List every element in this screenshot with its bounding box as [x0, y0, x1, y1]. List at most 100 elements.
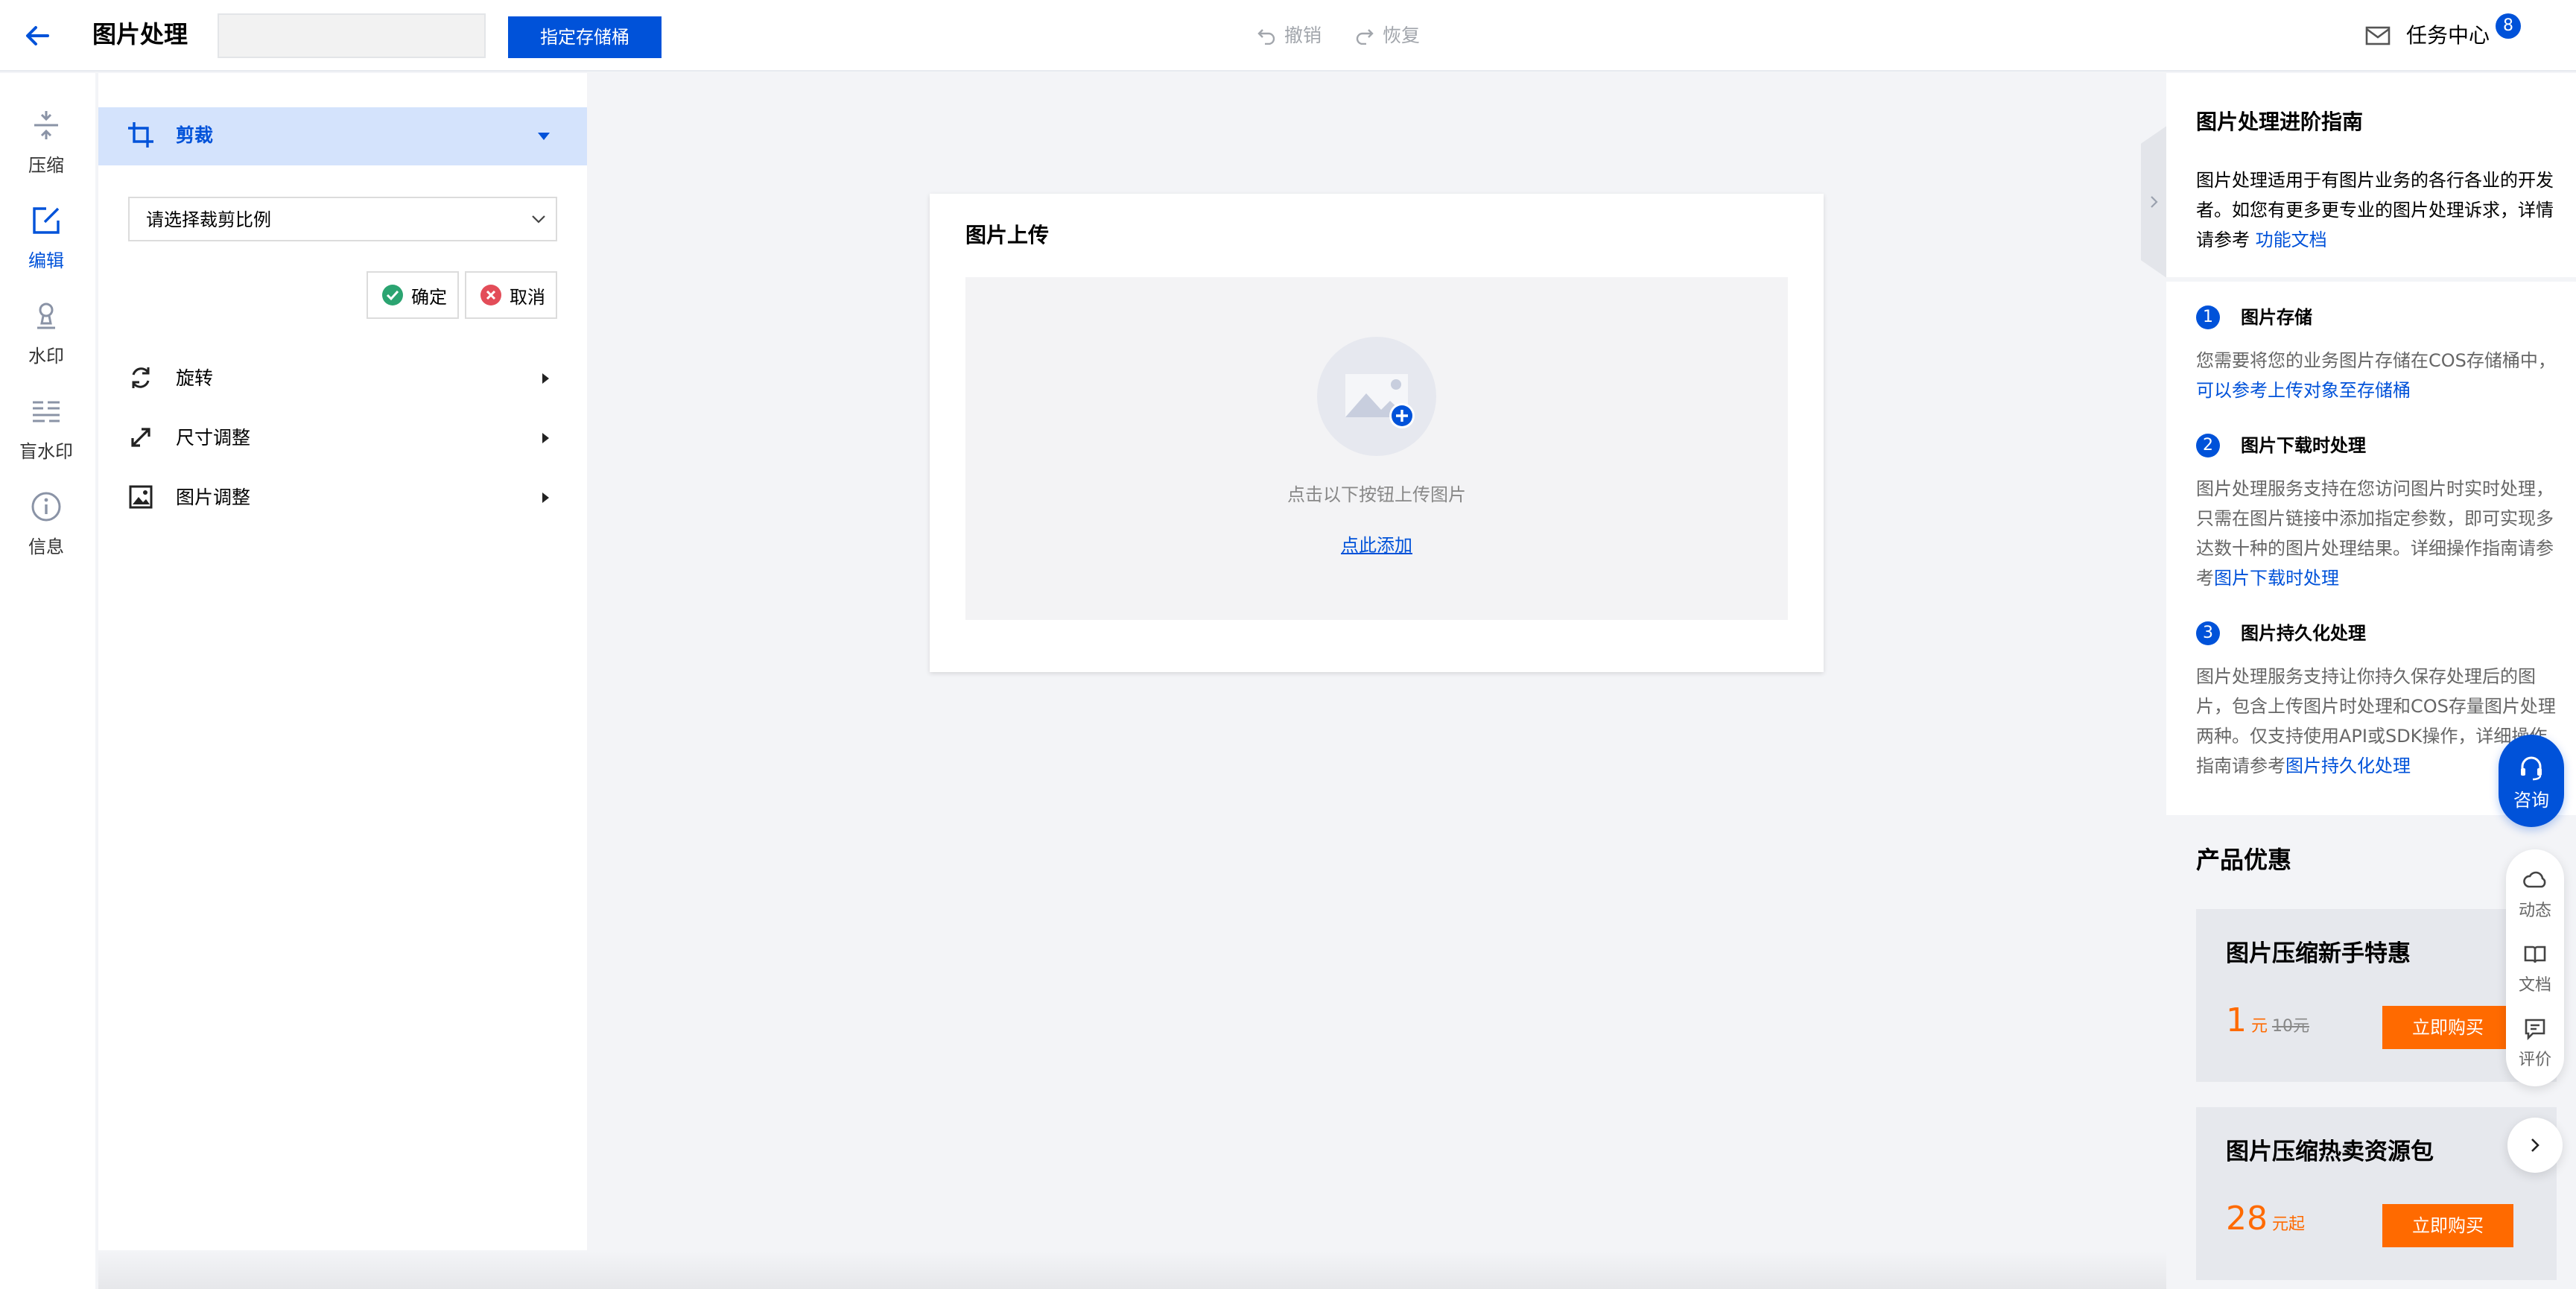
image-adjust-icon	[128, 484, 153, 510]
sidebar-item-label: 水印	[28, 346, 64, 367]
undo-label: 撤销	[1284, 25, 1322, 46]
step-number: 2	[2196, 434, 2220, 457]
sidebar-item-edit[interactable]: 编辑	[0, 204, 92, 286]
redo-button[interactable]: 恢复	[1354, 21, 1420, 48]
undo-button[interactable]: 撤销	[1256, 21, 1322, 48]
watermark-icon	[30, 300, 63, 332]
add-image-link[interactable]: 点此添加	[965, 531, 1788, 557]
promo-price: 1 元 10元	[2226, 1000, 2309, 1042]
edit-icon	[30, 204, 63, 237]
crop-section-header[interactable]: 剪裁	[98, 107, 587, 165]
guide-steps: 1 图片存储 您需要将您的业务图片存储在COS存储桶中， 可以参考上传对象至存储桶…	[2166, 282, 2576, 815]
section-image-adjust[interactable]: 图片调整	[98, 474, 587, 522]
tool-sidebar: 压缩 编辑 水印 盲水印 信息	[0, 73, 95, 1289]
sidebar-item-label: 压缩	[28, 155, 64, 176]
step-link[interactable]: 图片下载时处理	[2214, 568, 2339, 589]
upload-title: 图片上传	[965, 223, 1050, 247]
crop-icon	[127, 121, 156, 151]
close-circle-icon	[480, 285, 501, 305]
price-value: 28	[2226, 1200, 2268, 1238]
price-value: 1	[2226, 1001, 2247, 1039]
news-button[interactable]: 动态	[2506, 861, 2564, 928]
edit-panel: 剪裁 请选择裁剪比例 确定 取消 旋转 尺寸调整 图片调整	[98, 73, 587, 1250]
docs-button[interactable]: 文档	[2506, 936, 2564, 1003]
sidebar-item-label: 信息	[28, 536, 64, 557]
crop-ratio-select[interactable]: 请选择裁剪比例	[128, 197, 557, 241]
bottom-scroll-area	[98, 1252, 2166, 1289]
promo-price: 28 元起	[2226, 1198, 2305, 1240]
step-body: 您需要将您的业务图片存储在COS存储桶中，	[2196, 350, 2556, 371]
guide-intro-body: 图片处理适用于有图片业务的各行各业的开发者。如您有更多更专业的图片处理诉求，详情…	[2196, 170, 2554, 250]
buy-now-button[interactable]: 立即购买	[2382, 1006, 2513, 1049]
task-center-button[interactable]: 任务中心	[2364, 19, 2490, 52]
consult-button[interactable]: 咨询	[2499, 735, 2564, 827]
redo-label: 恢复	[1383, 25, 1421, 46]
section-rotate[interactable]: 旋转	[98, 355, 587, 402]
upload-hint: 点击以下按钮上传图片	[1287, 484, 1466, 505]
undo-icon	[1257, 29, 1275, 45]
chevron-right-icon	[2151, 196, 2158, 208]
collapse-guide-button[interactable]	[2141, 125, 2168, 279]
headset-icon	[2521, 756, 2542, 781]
feature-docs-link[interactable]: 功能文档	[2256, 229, 2327, 250]
step-link[interactable]: 可以参考上传对象至存储桶	[2196, 380, 2411, 401]
page-title: 图片处理	[92, 20, 188, 48]
compress-icon	[30, 109, 63, 142]
bucket-input[interactable]	[218, 13, 486, 58]
sidebar-item-info[interactable]: 信息	[0, 490, 92, 572]
guide-intro-text: 图片处理适用于有图片业务的各行各业的开发者。如您有更多更专业的图片处理诉求，详情…	[2196, 165, 2561, 255]
step-number: 3	[2196, 621, 2220, 645]
caret-right-icon	[541, 432, 550, 444]
section-resize[interactable]: 尺寸调整	[98, 414, 587, 462]
redo-icon	[1356, 29, 1374, 45]
cancel-button[interactable]: 取消	[465, 271, 557, 319]
image-upload-icon	[1316, 335, 1438, 457]
feedback-button[interactable]: 评价	[2506, 1010, 2564, 1077]
task-center-label: 任务中心	[2406, 23, 2490, 48]
upload-drop-zone[interactable]: 点击以下按钮上传图片 点此添加	[965, 277, 1788, 620]
back-arrow-icon[interactable]	[21, 19, 54, 52]
mail-icon	[2365, 26, 2391, 45]
floating-toolbar: 动态 文档 评价	[2506, 849, 2564, 1086]
top-bar: 图片处理 指定存储桶 撤销 恢复 任务中心 8	[0, 0, 2576, 72]
sidebar-item-label: 编辑	[28, 250, 64, 271]
step-title: 图片存储	[2241, 307, 2312, 328]
crop-ratio-value: 请选择裁剪比例	[146, 209, 271, 230]
docs-label: 文档	[2518, 976, 2551, 995]
step-text: 您需要将您的业务图片存储在COS存储桶中， 可以参考上传对象至存储桶	[2196, 346, 2557, 405]
step-link[interactable]: 图片持久化处理	[2285, 756, 2411, 776]
section-label: 旋转	[176, 367, 214, 389]
guide-panel: 图片处理进阶指南 图片处理适用于有图片业务的各行各业的开发者。如您有更多更专业的…	[2166, 73, 2576, 1289]
caret-right-icon	[541, 373, 550, 384]
promo-name: 图片压缩新手特惠	[2226, 940, 2411, 967]
confirm-label: 确定	[411, 286, 447, 308]
crop-label: 剪裁	[176, 124, 214, 146]
sidebar-item-watermark[interactable]: 水印	[0, 300, 92, 381]
task-count-badge: 8	[2496, 13, 2521, 39]
original-price: 10元	[2272, 1017, 2310, 1036]
news-label: 动态	[2518, 902, 2551, 920]
step-number: 1	[2196, 305, 2220, 329]
expand-toolbar-button[interactable]	[2507, 1118, 2563, 1173]
confirm-button[interactable]: 确定	[367, 271, 459, 319]
comment-icon	[2525, 1019, 2545, 1041]
sidebar-item-label: 盲水印	[19, 441, 73, 462]
book-icon	[2524, 946, 2546, 963]
price-unit: 元	[2251, 1017, 2268, 1036]
caret-right-icon	[541, 492, 550, 504]
sidebar-item-blind-watermark[interactable]: 盲水印	[0, 395, 92, 477]
upload-card: 图片上传 点击以下按钮上传图片 点此添加	[930, 194, 1824, 672]
sidebar-item-compress[interactable]: 压缩	[0, 109, 92, 191]
promo-card: 图片压缩新手特惠 1 元 10元 立即购买	[2196, 909, 2557, 1082]
promo-name: 图片压缩热卖资源包	[2226, 1138, 2434, 1165]
specify-bucket-button[interactable]: 指定存储桶	[508, 16, 662, 58]
consult-label: 咨询	[2513, 790, 2549, 811]
step-title: 图片持久化处理	[2241, 623, 2366, 644]
promo-card: 图片压缩热卖资源包 28 元起 立即购买	[2196, 1107, 2557, 1280]
guide-title: 图片处理进阶指南	[2196, 110, 2364, 134]
caret-down-icon	[536, 131, 551, 142]
cancel-label: 取消	[510, 286, 545, 308]
buy-now-button[interactable]: 立即购买	[2382, 1204, 2513, 1247]
price-unit: 元起	[2272, 1215, 2306, 1234]
check-circle-icon	[382, 285, 403, 305]
